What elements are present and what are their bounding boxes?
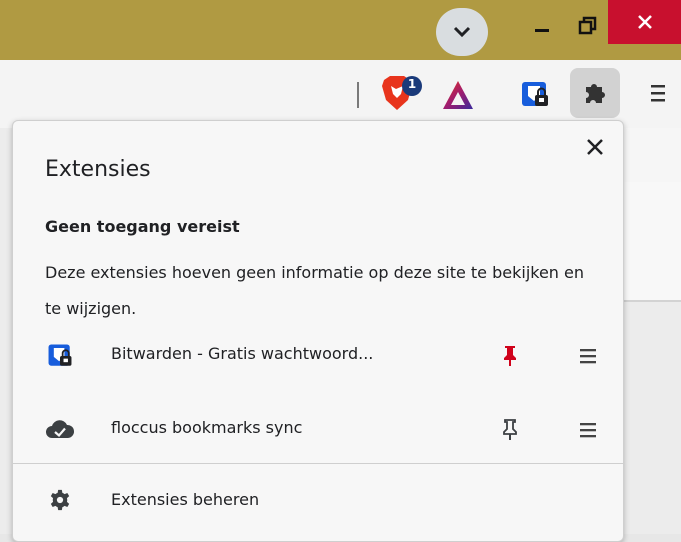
brave-badge-count: 1 (407, 77, 417, 91)
extension-name: floccus bookmarks sync (111, 418, 303, 437)
cloud-check-icon (45, 415, 75, 445)
browser-menu-button[interactable] (646, 78, 670, 108)
chevron-down-icon (453, 26, 471, 38)
restore-button[interactable] (568, 8, 608, 44)
manage-extensions-label: Extensies beheren (111, 490, 260, 509)
puzzle-icon (586, 84, 605, 103)
section-heading: Geen toegang vereist (45, 217, 240, 236)
extension-row-floccus[interactable]: floccus bookmarks sync (13, 403, 623, 455)
pin-button[interactable] (497, 415, 523, 445)
restore-icon (578, 16, 597, 35)
extension-row-bitwarden[interactable]: Bitwarden - Gratis wachtwoord... (13, 329, 623, 381)
popup-title: Extensies (45, 157, 151, 182)
tab-search-button[interactable] (436, 8, 488, 56)
extension-menu-button[interactable] (575, 341, 601, 371)
page-header-strip (620, 128, 681, 183)
section-description: Deze extensies hoeven geen informatie op… (45, 263, 585, 318)
minimize-button[interactable] (522, 8, 562, 44)
extension-name: Bitwarden - Gratis wachtwoord... (111, 344, 374, 363)
pin-icon (504, 346, 516, 366)
brave-lion-icon (382, 76, 422, 110)
bitwarden-toolbar-button[interactable] (518, 78, 552, 112)
extension-menu-button[interactable] (575, 415, 601, 445)
brave-shields-button[interactable]: 1 (380, 74, 424, 114)
brave-rewards-button[interactable] (440, 78, 476, 112)
menu-icon (580, 349, 596, 364)
page-panel (620, 182, 681, 302)
window-close-button[interactable] (608, 0, 681, 44)
toolbar-separator (357, 82, 359, 108)
extensions-button[interactable] (570, 68, 620, 118)
pin-outline-icon (503, 419, 517, 440)
menu-icon (651, 85, 665, 102)
manage-extensions-button[interactable]: Extensies beheren (13, 475, 623, 527)
popup-divider (13, 463, 623, 464)
minimize-icon (535, 29, 549, 32)
bitwarden-icon (522, 82, 548, 106)
pin-button[interactable] (497, 341, 523, 371)
close-icon (637, 15, 652, 29)
extensions-popup: Extensies Geen toegang vereist Deze exte… (12, 120, 624, 542)
close-icon (587, 139, 603, 155)
gear-icon (47, 487, 73, 513)
popup-close-button[interactable] (579, 131, 611, 163)
menu-icon (580, 423, 596, 438)
brave-rewards-icon (443, 81, 473, 109)
bitwarden-icon (45, 341, 75, 371)
